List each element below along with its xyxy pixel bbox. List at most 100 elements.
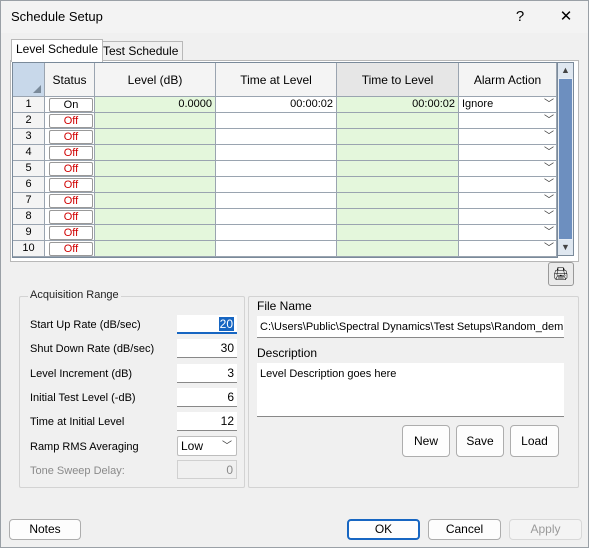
table-row[interactable]: 2 Off ﹀ <box>13 113 557 129</box>
time-to-level-cell[interactable] <box>337 241 459 257</box>
time-at-level-cell[interactable] <box>216 113 337 129</box>
col-header-status[interactable]: Status <box>45 63 95 97</box>
row-number[interactable]: 8 <box>13 209 45 225</box>
alarm-action-select[interactable]: ﹀ <box>459 177 557 193</box>
shut-down-rate-input[interactable]: 30 <box>177 339 237 358</box>
help-button[interactable]: ? <box>498 1 542 33</box>
table-row[interactable]: 3 Off ﹀ <box>13 129 557 145</box>
status-toggle-button[interactable]: Off <box>49 162 93 176</box>
ok-button[interactable]: OK <box>347 519 420 540</box>
alarm-action-select[interactable]: ﹀ <box>459 241 557 257</box>
status-toggle-button[interactable]: Off <box>49 210 93 224</box>
level-cell[interactable] <box>95 113 216 129</box>
level-cell[interactable] <box>95 177 216 193</box>
cancel-button[interactable]: Cancel <box>428 519 501 540</box>
close-button[interactable]: ✕ <box>544 1 588 33</box>
row-number[interactable]: 5 <box>13 161 45 177</box>
ramp-rms-averaging-select[interactable]: Low ﹀ <box>177 436 237 456</box>
table-row[interactable]: 9 Off ﹀ <box>13 225 557 241</box>
file-name-input[interactable]: C:\Users\Public\Spectral Dynamics\Test S… <box>257 316 564 338</box>
level-cell[interactable] <box>95 225 216 241</box>
grid-corner[interactable] <box>13 63 45 97</box>
status-toggle-button[interactable]: Off <box>49 114 93 128</box>
row-number[interactable]: 10 <box>13 241 45 257</box>
level-cell[interactable] <box>95 241 216 257</box>
alarm-action-select[interactable]: ﹀ <box>459 129 557 145</box>
table-row[interactable]: 8 Off ﹀ <box>13 209 557 225</box>
chevron-down-icon: ﹀ <box>544 131 554 142</box>
alarm-action-select[interactable]: Ignore ﹀ <box>459 97 557 113</box>
table-row[interactable]: 6 Off ﹀ <box>13 177 557 193</box>
notes-button[interactable]: Notes <box>9 519 81 540</box>
table-row[interactable]: 5 Off ﹀ <box>13 161 557 177</box>
level-cell[interactable] <box>95 145 216 161</box>
time-to-level-cell[interactable] <box>337 113 459 129</box>
tab-level-schedule[interactable]: Level Schedule <box>11 39 104 62</box>
level-cell[interactable] <box>95 161 216 177</box>
time-to-level-cell[interactable] <box>337 177 459 193</box>
time-at-level-cell[interactable] <box>216 129 337 145</box>
alarm-action-select[interactable]: ﹀ <box>459 193 557 209</box>
time-to-level-cell[interactable]: 00:00:02 <box>337 97 459 113</box>
time-to-level-cell[interactable] <box>337 193 459 209</box>
time-at-initial-level-input[interactable]: 12 <box>177 412 237 431</box>
table-row[interactable]: 1 On 0.0000 00:00:02 00:00:02 Ignore ﹀ <box>13 97 557 113</box>
status-toggle-button[interactable]: Off <box>49 130 93 144</box>
description-input[interactable]: Level Description goes here <box>257 363 564 417</box>
grid-scrollbar[interactable]: ▲ ▼ <box>557 62 574 256</box>
row-number[interactable]: 9 <box>13 225 45 241</box>
time-at-level-cell[interactable] <box>216 177 337 193</box>
scroll-up-icon[interactable]: ▲ <box>558 63 573 78</box>
col-header-time-to-level[interactable]: Time to Level <box>337 63 459 97</box>
row-number[interactable]: 3 <box>13 129 45 145</box>
row-number[interactable]: 6 <box>13 177 45 193</box>
time-at-level-cell[interactable] <box>216 145 337 161</box>
row-number[interactable]: 7 <box>13 193 45 209</box>
level-increment-input[interactable]: 3 <box>177 364 237 383</box>
alarm-action-select[interactable]: ﹀ <box>459 113 557 129</box>
time-to-level-cell[interactable] <box>337 129 459 145</box>
col-header-alarm-action[interactable]: Alarm Action <box>459 63 557 97</box>
status-toggle-button[interactable]: On <box>49 98 93 112</box>
time-at-level-cell[interactable] <box>216 241 337 257</box>
level-cell[interactable] <box>95 193 216 209</box>
time-at-level-cell[interactable] <box>216 209 337 225</box>
alarm-action-select[interactable]: ﹀ <box>459 225 557 241</box>
level-cell[interactable] <box>95 129 216 145</box>
time-to-level-cell[interactable] <box>337 145 459 161</box>
time-at-level-cell[interactable]: 00:00:02 <box>216 97 337 113</box>
status-toggle-button[interactable]: Off <box>49 146 93 160</box>
row-number[interactable]: 2 <box>13 113 45 129</box>
time-to-level-cell[interactable] <box>337 209 459 225</box>
table-row[interactable]: 4 Off ﹀ <box>13 145 557 161</box>
row-number[interactable]: 1 <box>13 97 45 113</box>
status-toggle-button[interactable]: Off <box>49 178 93 192</box>
level-cell[interactable]: 0.0000 <box>95 97 216 113</box>
status-toggle-button[interactable]: Off <box>49 242 93 256</box>
table-row[interactable]: 10 Off ﹀ <box>13 241 557 257</box>
time-at-level-cell[interactable] <box>216 161 337 177</box>
time-at-level-cell[interactable] <box>216 193 337 209</box>
col-header-time-at-level[interactable]: Time at Level <box>216 63 337 97</box>
alarm-action-select[interactable]: ﹀ <box>459 209 557 225</box>
level-cell[interactable] <box>95 209 216 225</box>
row-number[interactable]: 4 <box>13 145 45 161</box>
status-toggle-button[interactable]: Off <box>49 194 93 208</box>
scroll-down-icon[interactable]: ▼ <box>558 240 573 255</box>
col-header-level[interactable]: Level (dB) <box>95 63 216 97</box>
tab-test-schedule[interactable]: Test Schedule <box>98 41 184 62</box>
status-toggle-button[interactable]: Off <box>49 226 93 240</box>
time-to-level-cell[interactable] <box>337 225 459 241</box>
time-at-level-cell[interactable] <box>216 225 337 241</box>
initial-test-level-input[interactable]: 6 <box>177 388 237 407</box>
print-button[interactable]: 🖨 <box>548 262 574 286</box>
new-button[interactable]: New <box>402 425 450 457</box>
alarm-action-select[interactable]: ﹀ <box>459 145 557 161</box>
table-row[interactable]: 7 Off ﹀ <box>13 193 557 209</box>
save-button[interactable]: Save <box>456 425 504 457</box>
scroll-thumb[interactable] <box>559 79 572 239</box>
alarm-action-select[interactable]: ﹀ <box>459 161 557 177</box>
start-up-rate-input[interactable]: 20 <box>177 315 237 334</box>
time-to-level-cell[interactable] <box>337 161 459 177</box>
load-button[interactable]: Load <box>510 425 559 457</box>
